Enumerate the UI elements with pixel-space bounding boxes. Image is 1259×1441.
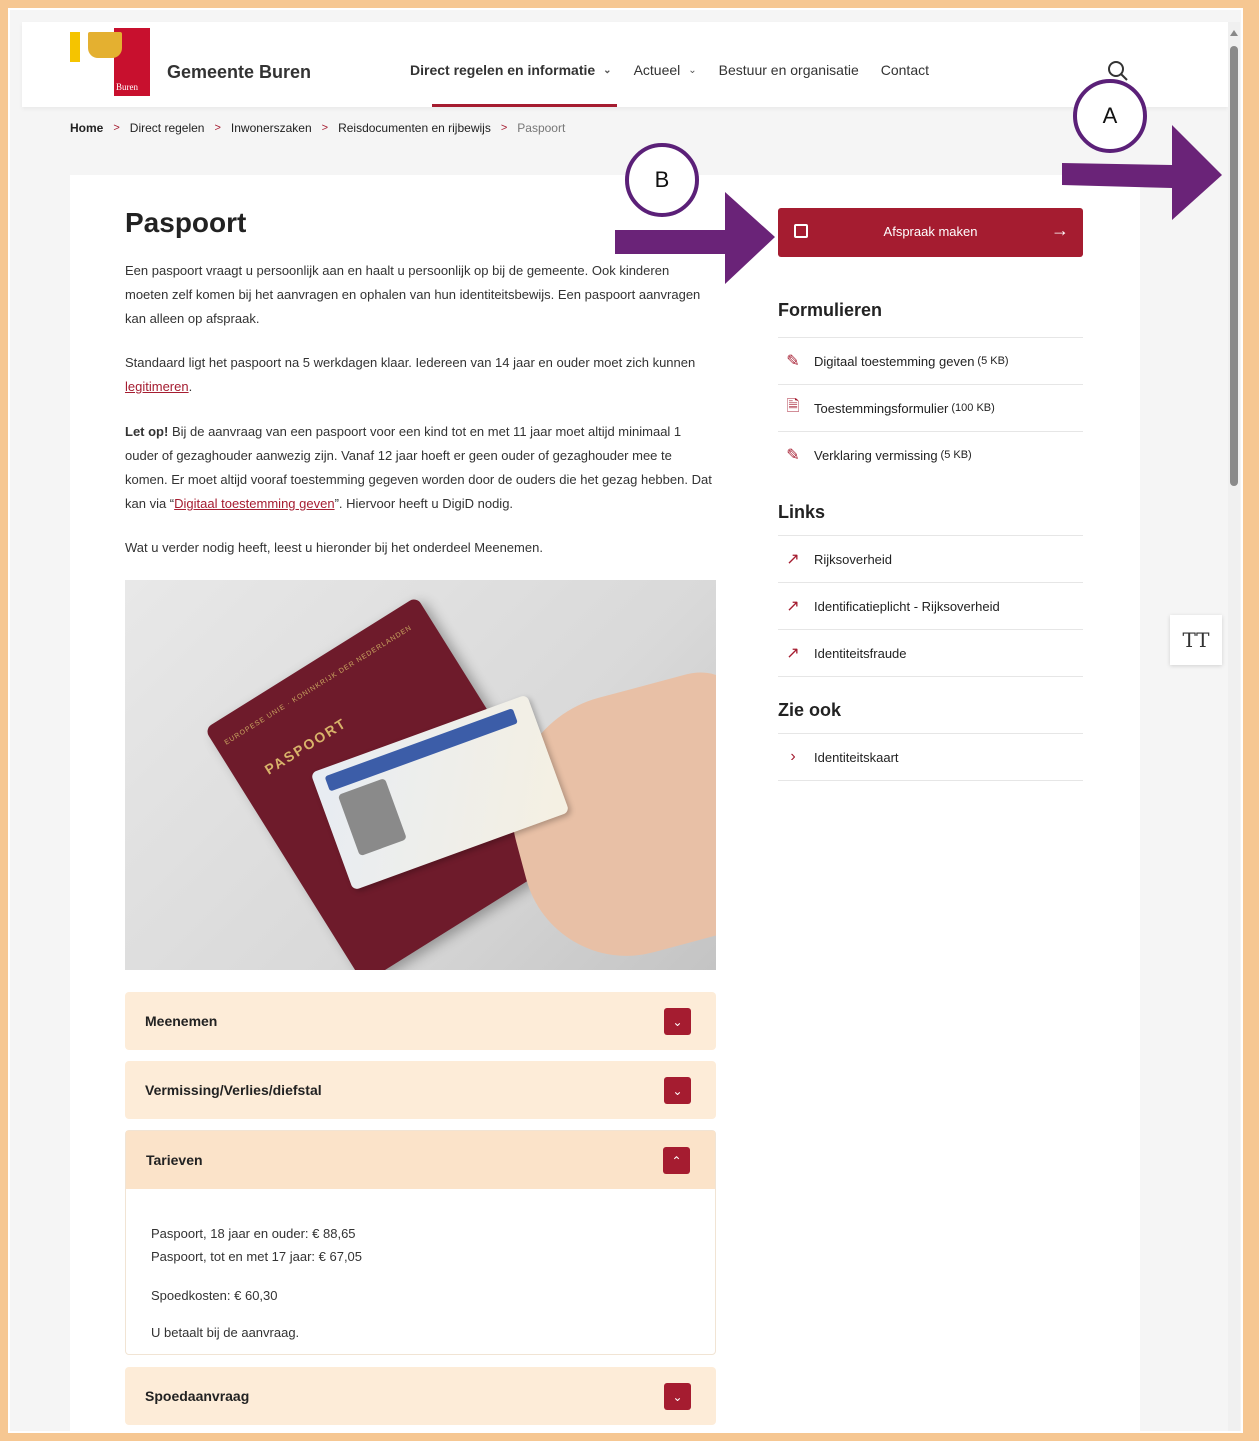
accordion-label: Vermissing/Verlies/diefstal xyxy=(145,1082,322,1098)
accordion-meenemen[interactable]: Meenemen ⌄ xyxy=(125,992,716,1050)
gemeente-buren-logo[interactable]: Buren xyxy=(70,28,170,98)
formulier-size: (5 KB) xyxy=(977,355,1009,367)
nav-label: Actueel xyxy=(633,62,681,78)
links-heading: Links xyxy=(778,502,826,522)
marker-a-label: A xyxy=(1102,103,1118,128)
annotation-marker-a: A xyxy=(1073,79,1147,153)
breadcrumb-reisdocumenten[interactable]: Reisdocumenten en rijbewijs xyxy=(338,121,491,135)
accordion-label: Tarieven xyxy=(146,1152,203,1168)
links-divider xyxy=(778,676,1083,677)
formulier-size: (5 KB) xyxy=(940,449,972,461)
logo-text: Buren xyxy=(116,82,138,92)
let-op-paragraph: Let op! Bij de aanvraag van een paspoort… xyxy=(125,420,715,516)
zie-ook-identiteitskaart[interactable]: › Identiteitskaart xyxy=(778,733,1083,780)
zie-ook-heading: Zie ook xyxy=(778,700,842,720)
site-header: Buren Gemeente Buren Direct regelen en i… xyxy=(22,22,1228,107)
legitimeren-link[interactable]: legitimeren xyxy=(125,379,189,394)
breadcrumb-current: Paspoort xyxy=(517,121,566,135)
zie-ook-divider xyxy=(778,780,1083,781)
chevron-down-icon[interactable]: ⌄ xyxy=(664,1077,691,1104)
formulier-toestemmingsformulier[interactable]: 🗎 Toestemmingsformulier (100 KB) xyxy=(778,384,1083,431)
zie-ook-label: Identiteitskaart xyxy=(814,749,899,765)
external-link-icon: ↗ xyxy=(786,598,800,615)
accordion-tarieven-header[interactable]: Tarieven ⌃ xyxy=(126,1131,715,1189)
tarief-line: Spoedkosten: € 60,30 xyxy=(151,1288,278,1303)
chevron-down-icon: ⌄ xyxy=(688,64,697,76)
nav-label: Contact xyxy=(880,62,929,78)
passport-photo: EUROPESE UNIE · KONINKRIJK DER NEDERLAND… xyxy=(125,580,716,970)
external-link-icon: ↗ xyxy=(786,551,800,568)
formulieren-heading: Formulieren xyxy=(778,300,883,320)
annotation-marker-b: B xyxy=(625,143,699,217)
digitaal-toestemming-link[interactable]: Digitaal toestemming geven xyxy=(174,496,334,511)
nav-item-contact[interactable]: Contact xyxy=(881,62,929,78)
main-nav: Direct regelen en informatie ⌄ Actueel ⌄… xyxy=(410,62,951,78)
scroll-up-arrow-icon[interactable] xyxy=(1230,30,1238,36)
formulier-digitaal-toestemming[interactable]: ✎ Digitaal toestemming geven (5 KB) xyxy=(778,337,1083,384)
active-nav-underline xyxy=(432,104,617,107)
tarief-line: Paspoort, 18 jaar en ouder: € 88,65 xyxy=(151,1226,356,1241)
formulier-size: (100 KB) xyxy=(951,402,995,414)
breadcrumb-inwonerszaken[interactable]: Inwonerszaken xyxy=(231,121,312,135)
breadcrumb: Home > Direct regelen > Inwonerszaken > … xyxy=(70,121,565,135)
breadcrumb-home[interactable]: Home xyxy=(70,121,103,135)
browser-viewport: Buren Gemeente Buren Direct regelen en i… xyxy=(8,8,1243,1433)
pdf-icon: 🗎 xyxy=(786,397,800,415)
afspraak-maken-button[interactable]: Afspraak maken → xyxy=(778,208,1083,257)
nav-item-bestuur[interactable]: Bestuur en organisatie xyxy=(719,62,859,78)
link-identiteitsfraude[interactable]: ↗ Identiteitsfraude xyxy=(778,629,1083,676)
logo-yellow-bar xyxy=(70,32,80,62)
signature-icon: ✎ xyxy=(786,353,800,370)
font-size-button[interactable]: TT xyxy=(1170,615,1222,665)
marker-b-label: B xyxy=(654,167,670,192)
let-op-label: Let op! xyxy=(125,424,169,439)
chevron-down-icon[interactable]: ⌄ xyxy=(664,1383,691,1410)
chevron-right-icon: › xyxy=(790,748,796,765)
text: ”. Hiervoor heeft u DigiD nodig. xyxy=(334,496,514,511)
id-card-photo xyxy=(337,778,407,857)
logo-shield-icon xyxy=(88,32,122,58)
text: Standaard ligt het paspoort na 5 werkdag… xyxy=(125,355,696,370)
nav-label: Bestuur en organisatie xyxy=(718,62,859,78)
font-size-icon: TT xyxy=(1182,628,1210,652)
accordion-label: Spoedaanvraag xyxy=(145,1388,250,1404)
signature-icon: ✎ xyxy=(786,447,800,464)
accordion-spoedaanvraag[interactable]: Spoedaanvraag ⌄ xyxy=(125,1367,716,1425)
external-link-icon: ↗ xyxy=(786,645,800,662)
chevron-down-icon: ⌄ xyxy=(603,64,612,76)
text: . xyxy=(188,379,193,394)
formulier-label: Toestemmingsformulier xyxy=(814,400,949,416)
site-brand-name[interactable]: Gemeente Buren xyxy=(167,62,311,83)
link-label: Rijksoverheid xyxy=(814,551,893,567)
chevron-right-icon: > xyxy=(500,122,508,134)
chevron-right-icon: > xyxy=(214,122,221,134)
link-label: Identificatieplicht - Rijksoverheid xyxy=(814,598,1000,614)
tarief-line: U betaalt bij de aanvraag. xyxy=(151,1325,300,1340)
accordion-tarieven: Tarieven ⌃ Paspoort, 18 jaar en ouder: €… xyxy=(125,1130,716,1355)
chevron-right-icon: > xyxy=(321,122,329,134)
arrow-right-icon: → xyxy=(1051,220,1069,240)
nav-item-direct-regelen[interactable]: Direct regelen en informatie ⌄ xyxy=(410,62,612,78)
link-rijksoverheid[interactable]: ↗ Rijksoverheid xyxy=(778,535,1083,582)
afspraak-maken-label: Afspraak maken xyxy=(883,224,978,239)
formulier-verklaring-vermissing[interactable]: ✎ Verklaring vermissing (5 KB) xyxy=(778,431,1083,478)
breadcrumb-direct-regelen[interactable]: Direct regelen xyxy=(130,121,205,135)
scrollbar-thumb[interactable] xyxy=(1230,46,1238,486)
ready-paragraph: Standaard ligt het paspoort na 5 werkdag… xyxy=(125,351,715,399)
chevron-up-icon[interactable]: ⌃ xyxy=(663,1147,690,1174)
nav-label: Direct regelen en informatie xyxy=(410,62,596,78)
chevron-right-icon: > xyxy=(113,122,120,134)
link-identificatieplicht[interactable]: ↗ Identificatieplicht - Rijksoverheid xyxy=(778,582,1083,629)
meenemen-hint-paragraph: Wat u verder nodig heeft, leest u hieron… xyxy=(125,540,543,555)
accordion-label: Meenemen xyxy=(145,1013,218,1029)
link-label: Identiteitsfraude xyxy=(814,645,907,661)
chevron-down-icon[interactable]: ⌄ xyxy=(664,1008,691,1035)
nav-item-actueel[interactable]: Actueel ⌄ xyxy=(634,62,697,78)
formulier-label: Digitaal toestemming geven xyxy=(814,353,975,369)
tarief-line: Paspoort, tot en met 17 jaar: € 67,05 xyxy=(151,1249,363,1264)
formulier-label: Verklaring vermissing xyxy=(814,447,938,463)
page-title: Paspoort xyxy=(125,207,247,238)
accordion-vermissing[interactable]: Vermissing/Verlies/diefstal ⌄ xyxy=(125,1061,716,1119)
vertical-scrollbar[interactable] xyxy=(1228,22,1240,1431)
